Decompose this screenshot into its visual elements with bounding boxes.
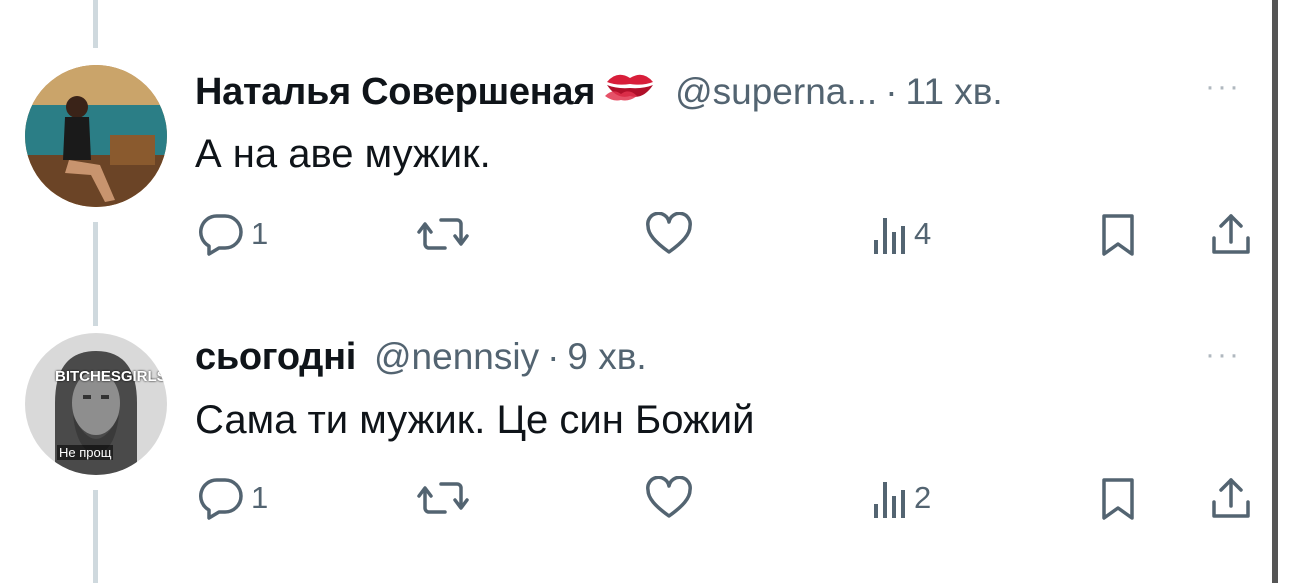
more-options-icon[interactable]: ··· <box>1205 338 1241 372</box>
bookmark-icon <box>1098 476 1138 522</box>
author-handle[interactable]: @nennsiy <box>374 336 539 378</box>
share-button[interactable] <box>1210 212 1252 258</box>
reply-button[interactable]: 1 <box>197 212 268 256</box>
action-bar: 1 4 <box>195 210 1255 260</box>
avatar[interactable] <box>25 65 167 207</box>
timestamp[interactable]: 11 хв. <box>906 71 1003 113</box>
retweet-icon <box>417 476 469 520</box>
retweet-button[interactable] <box>417 212 469 256</box>
author-name[interactable]: сьогодні <box>195 336 356 379</box>
separator-dot: · <box>885 71 898 112</box>
share-icon <box>1210 476 1252 522</box>
views-count: 2 <box>914 480 932 515</box>
views-button[interactable]: 2 <box>872 476 931 520</box>
like-icon <box>645 212 693 256</box>
views-count: 4 <box>914 216 932 251</box>
action-bar: 1 2 <box>195 474 1255 524</box>
avatar[interactable]: BITCHESGIRLS.COM Не прощ <box>25 333 167 475</box>
tweet-text: А на аве мужик. <box>195 132 491 176</box>
scrollbar[interactable] <box>1272 0 1278 583</box>
retweet-button[interactable] <box>417 476 469 520</box>
share-icon <box>1210 212 1252 258</box>
reply-count: 1 <box>251 216 269 251</box>
bookmark-button[interactable] <box>1098 476 1138 522</box>
timestamp[interactable]: 9 хв. <box>567 336 646 378</box>
views-icon <box>872 212 908 256</box>
kiss-mark-emoji-icon <box>603 66 657 109</box>
avatar-caption: Не прощ <box>57 445 114 460</box>
views-icon <box>872 476 908 520</box>
author-name[interactable]: Наталья Совершеная <box>195 71 595 114</box>
reply-count: 1 <box>251 480 269 515</box>
share-button[interactable] <box>1210 476 1252 522</box>
tweet-text: Сама ти мужик. Це син Божий <box>195 398 755 442</box>
bookmark-icon <box>1098 212 1138 258</box>
tweet[interactable]: BITCHESGIRLS.COM Не прощ сьогодні @nenns… <box>0 290 1265 583</box>
reply-icon <box>197 212 245 256</box>
like-icon <box>645 476 693 520</box>
bookmark-button[interactable] <box>1098 212 1138 258</box>
reply-button[interactable]: 1 <box>197 476 268 520</box>
views-button[interactable]: 4 <box>872 212 931 256</box>
separator-dot: · <box>547 336 560 377</box>
avatar-watermark: BITCHESGIRLS.COM <box>55 368 167 385</box>
like-button[interactable] <box>645 476 693 520</box>
reply-icon <box>197 476 245 520</box>
tweet[interactable]: Наталья Совершеная @superna... · 11 хв. … <box>0 0 1265 290</box>
retweet-icon <box>417 212 469 256</box>
more-options-icon[interactable]: ··· <box>1205 70 1241 104</box>
author-handle[interactable]: @superna... <box>675 71 877 113</box>
like-button[interactable] <box>645 212 693 256</box>
